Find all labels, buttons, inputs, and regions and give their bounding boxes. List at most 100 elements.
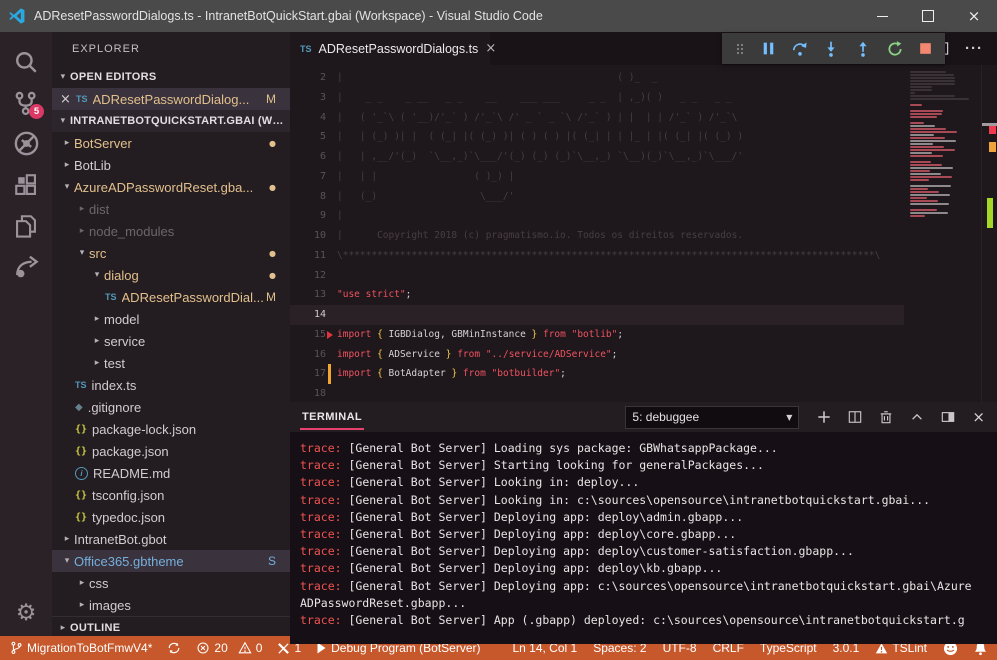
step-over-button[interactable] xyxy=(791,40,809,58)
tree-item[interactable]: ▸images xyxy=(52,594,290,616)
toolbar-drag-grip[interactable] xyxy=(733,41,747,57)
minimap-stripe xyxy=(910,179,929,181)
tree-item[interactable]: ▸IntranetBot.gbot xyxy=(52,528,290,550)
pause-button[interactable] xyxy=(760,40,777,57)
tree-item[interactable]: ▾Office365.gbthemeS xyxy=(52,550,290,572)
tree-item[interactable]: ▸node_modules xyxy=(52,220,290,242)
overview-warning-marker xyxy=(989,142,996,152)
tab-adresetpassworddialogs[interactable]: TS ADResetPasswordDialogs.ts × xyxy=(290,32,490,65)
tree-item[interactable]: iREADME.md xyxy=(52,462,290,484)
line-number: 17 xyxy=(290,364,326,384)
minimap-stripe xyxy=(910,86,932,88)
json-braces-icon: {} xyxy=(75,424,87,435)
line-number: 10 xyxy=(290,226,326,246)
tree-item[interactable]: ▸model xyxy=(52,308,290,330)
section-header[interactable]: ▸OUTLINE xyxy=(52,616,290,636)
maximize-panel-icon[interactable] xyxy=(910,410,924,424)
sync-button[interactable] xyxy=(167,641,181,655)
new-terminal-icon[interactable] xyxy=(817,410,831,424)
tree-item[interactable]: ◆.gitignore xyxy=(52,396,290,418)
code-line: 7| | | ( )_) | xyxy=(290,167,904,187)
minimap-stripe xyxy=(910,176,952,178)
overview-ruler[interactable] xyxy=(981,65,997,402)
line-number: 18 xyxy=(290,384,326,402)
tree-item[interactable]: ▾AzureADPasswordReset.gba...● xyxy=(52,176,290,198)
minimap-stripe xyxy=(910,125,935,127)
scm-badge: 5 xyxy=(29,104,44,119)
git-branch-item[interactable]: MigrationToBotFmwV4* xyxy=(10,641,152,655)
minimize-button[interactable] xyxy=(859,0,905,32)
source-control-icon[interactable]: 5 xyxy=(0,82,52,123)
stop-button[interactable] xyxy=(917,40,934,57)
move-panel-icon[interactable] xyxy=(941,410,955,424)
code-line: 10| Copyright 2018 (c) pragmatismo.io. T… xyxy=(290,226,904,246)
debug-icon[interactable] xyxy=(0,123,52,164)
search-icon[interactable] xyxy=(0,41,52,82)
maximize-button[interactable] xyxy=(905,0,951,32)
minimap-stripe xyxy=(910,146,944,148)
tree-item[interactable]: ▸dist xyxy=(52,198,290,220)
terminal-line: trace: [General Bot Server] Looking in: … xyxy=(300,474,976,491)
minimap-stripe xyxy=(910,104,922,106)
tree-item[interactable]: TSindex.ts xyxy=(52,374,290,396)
warning-count: 0 xyxy=(256,641,263,655)
section-header[interactable]: ▾OPEN EDITORS xyxy=(52,66,290,88)
tree-item[interactable]: ▾src● xyxy=(52,242,290,264)
extensions-icon[interactable] xyxy=(0,164,52,205)
chevron-collapsed-icon: ▸ xyxy=(60,534,74,544)
chevron-expanded-icon: ▾ xyxy=(60,556,74,566)
deploy-icon[interactable] xyxy=(0,246,52,287)
chevron-collapsed-icon: ▸ xyxy=(60,160,74,170)
modified-dot: ● xyxy=(269,271,276,280)
terminal-output[interactable]: trace: [General Bot Server] Loading sys … xyxy=(290,432,997,644)
step-into-button[interactable] xyxy=(822,40,840,58)
terminal-line: trace: [General Bot Server] Starting loo… xyxy=(300,457,976,474)
tree-item[interactable]: ▸test xyxy=(52,352,290,374)
minimap-stripe xyxy=(910,113,942,115)
settings-gear-icon[interactable]: ⚙ xyxy=(16,600,37,626)
code-line: 4| ( '_`\ ( '__)/'_` ) /'_`\ /' _ ` _ `\… xyxy=(290,108,904,128)
open-editor-item[interactable]: ×TSADResetPasswordDialog...M xyxy=(52,88,290,110)
line-number: 8 xyxy=(290,187,326,207)
tree-item[interactable]: ▸BotServer● xyxy=(52,132,290,154)
explorer-tree: ▾OPEN EDITORS×TSADResetPasswordDialog...… xyxy=(52,66,290,636)
code-line: 17import { BotAdapter } from "botbuilder… xyxy=(290,364,904,384)
tree-item[interactable]: {}typedoc.json xyxy=(52,506,290,528)
close-panel-icon[interactable]: × xyxy=(972,410,985,425)
problems-item[interactable]: 20 0 xyxy=(196,641,262,655)
code-editor[interactable]: 2| ( )_ _3| _ _ _ __ _ _ __ ___ ___ _ _ … xyxy=(290,65,997,402)
minimap-stripe xyxy=(910,155,943,157)
close-icon: × xyxy=(968,9,981,24)
title-bar: ADResetPasswordDialogs.ts - IntranetBotQ… xyxy=(0,0,997,32)
modified-dot: ● xyxy=(269,249,276,258)
close-icon[interactable]: × xyxy=(60,92,76,107)
minimize-icon xyxy=(877,16,888,17)
close-window-button[interactable]: × xyxy=(951,0,997,32)
minimap-stripe xyxy=(910,185,951,187)
minimap[interactable] xyxy=(904,65,981,402)
step-out-button[interactable] xyxy=(854,40,872,58)
workspace-header[interactable]: ▾INTRANETBOTQUICKSTART.GBAI (WO... xyxy=(52,110,290,132)
minimap-stripe xyxy=(910,95,955,97)
tab-close-icon[interactable]: × xyxy=(485,41,496,56)
files-icon[interactable] xyxy=(0,205,52,246)
terminal-line: trace: [General Bot Server] App (.gbapp)… xyxy=(300,612,976,629)
tree-item[interactable]: ▸css xyxy=(52,572,290,594)
tree-item[interactable]: {}package.json xyxy=(52,440,290,462)
tree-item[interactable]: ▸service xyxy=(52,330,290,352)
terminal-dropdown[interactable]: 5: debuggee ▼ xyxy=(625,406,799,429)
tree-item[interactable]: ▸BotLib xyxy=(52,154,290,176)
split-terminal-icon[interactable] xyxy=(848,410,862,424)
terminal-tab[interactable]: TERMINAL xyxy=(300,405,364,430)
restart-button[interactable] xyxy=(886,40,904,58)
tree-item[interactable]: TSADResetPasswordDial...M xyxy=(52,286,290,308)
tree-item[interactable]: {}tsconfig.json xyxy=(52,484,290,506)
minimap-stripe xyxy=(910,137,945,139)
minimap-stripe xyxy=(910,212,948,214)
overview-error-marker xyxy=(989,126,996,134)
tree-item[interactable]: {}package-lock.json xyxy=(52,418,290,440)
kill-terminal-icon[interactable] xyxy=(879,410,893,424)
code-line: 2| ( )_ _ xyxy=(290,68,904,88)
terminal-line: trace: [General Bot Server] Deploying ap… xyxy=(300,578,976,612)
tree-item[interactable]: ▾dialog● xyxy=(52,264,290,286)
